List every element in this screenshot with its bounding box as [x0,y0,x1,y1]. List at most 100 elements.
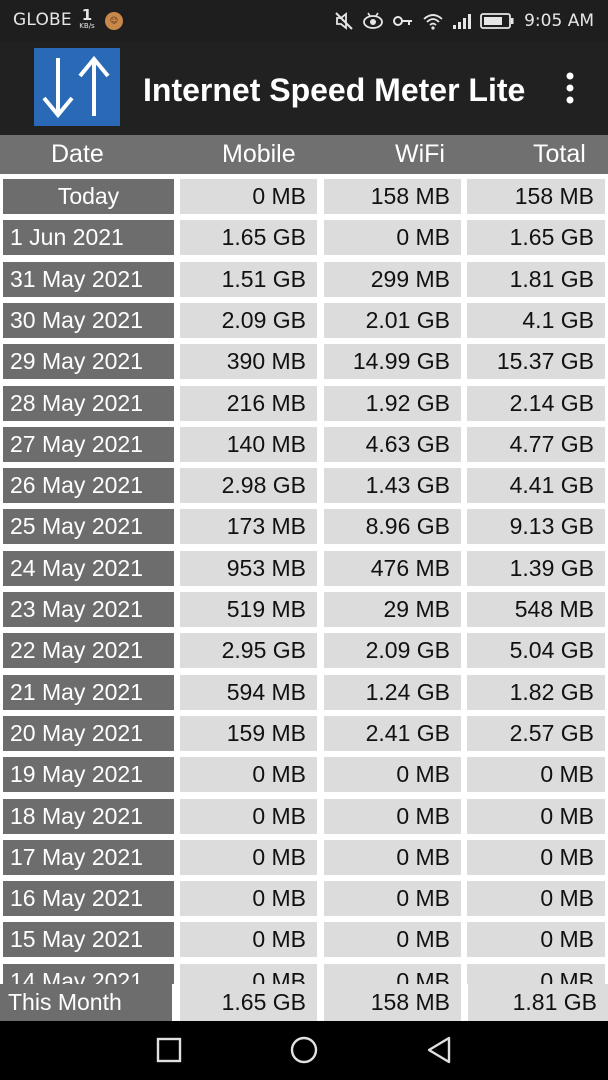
row-mobile: 519 MB [180,592,317,627]
row-total: 9.13 GB [467,509,605,544]
row-date[interactable]: 26 May 2021 [3,468,174,503]
row-mobile: 0 MB [180,922,317,957]
status-bar: GLOBE 1 KB/s ☺ 9:05 AM [0,0,608,42]
row-date[interactable]: 15 May 2021 [3,922,174,957]
column-header-total: Total [533,140,586,168]
row-wifi: 299 MB [324,262,461,297]
row-wifi: 158 MB [324,179,461,214]
row-mobile: 0 MB [180,179,317,214]
row-mobile: 390 MB [180,344,317,379]
column-header-date: Date [51,140,104,168]
home-circle-icon[interactable] [289,1035,319,1065]
row-total: 0 MB [467,757,605,792]
row-mobile: 0 MB [180,840,317,875]
row-date[interactable]: 17 May 2021 [3,840,174,875]
carrier-name: GLOBE [13,10,72,30]
row-date[interactable]: 27 May 2021 [3,427,174,462]
row-wifi: 2.09 GB [324,633,461,668]
row-total: 4.77 GB [467,427,605,462]
row-mobile: 216 MB [180,386,317,421]
column-header: Date Mobile WiFi Total [0,135,608,174]
row-mobile: 2.98 GB [180,468,317,503]
row-mobile: 594 MB [180,675,317,710]
row-total: 1.82 GB [467,675,605,710]
row-mobile: 2.95 GB [180,633,317,668]
row-wifi: 0 MB [324,964,461,984]
row-mobile: 0 MB [180,881,317,916]
row-date[interactable]: 16 May 2021 [3,881,174,916]
row-mobile: 159 MB [180,716,317,751]
row-wifi: 0 MB [324,840,461,875]
row-mobile: 0 MB [180,964,317,984]
row-wifi: 1.92 GB [324,386,461,421]
row-wifi: 14.99 GB [324,344,461,379]
arrows-up-down-icon [34,48,120,126]
mute-icon [335,12,353,30]
summary-mobile: 1.65 GB [180,984,317,1021]
row-date[interactable]: Today [3,179,174,214]
row-total: 1.39 GB [467,551,605,586]
row-mobile: 173 MB [180,509,317,544]
usage-table[interactable]: Today 0 MB 158 MB 158 MB 1 Jun 2021 1.65 GB 0 … [0,174,608,984]
row-total: 0 MB [467,840,605,875]
row-date[interactable]: 30 May 2021 [3,303,174,338]
row-wifi: 29 MB [324,592,461,627]
row-date[interactable]: 19 May 2021 [3,757,174,792]
eye-comfort-icon [363,12,384,29]
back-triangle-icon[interactable] [424,1035,454,1065]
row-mobile: 1.51 GB [180,262,317,297]
column-header-wifi: WiFi [395,140,445,168]
net-speed-unit: KB/s [79,22,95,30]
row-wifi: 0 MB [324,881,461,916]
row-total: 0 MB [467,922,605,957]
row-date[interactable]: 24 May 2021 [3,551,174,586]
row-wifi: 2.41 GB [324,716,461,751]
row-total: 5.04 GB [467,633,605,668]
row-date[interactable]: 22 May 2021 [3,633,174,668]
row-total: 2.57 GB [467,716,605,751]
recents-square-icon[interactable] [154,1035,184,1065]
row-date[interactable]: 29 May 2021 [3,344,174,379]
row-wifi: 0 MB [324,757,461,792]
row-wifi: 0 MB [324,799,461,834]
row-mobile: 1.65 GB [180,220,317,255]
signal-icon [453,14,472,29]
app-title: Internet Speed Meter Lite [143,72,526,108]
row-mobile: 0 MB [180,757,317,792]
row-wifi: 2.01 GB [324,303,461,338]
row-date[interactable]: 1 Jun 2021 [3,220,174,255]
row-date[interactable]: 14 May 2021 [3,964,174,984]
row-total: 0 MB [467,799,605,834]
row-date[interactable]: 28 May 2021 [3,386,174,421]
navigation-bar [0,1021,608,1080]
row-wifi: 4.63 GB [324,427,461,462]
row-mobile: 0 MB [180,799,317,834]
net-speed-value: 1 [81,6,93,24]
row-total: 0 MB [467,881,605,916]
status-icons: 9:05 AM [334,0,594,42]
row-date[interactable]: 18 May 2021 [3,799,174,834]
row-date[interactable]: 31 May 2021 [3,262,174,297]
row-date[interactable]: 20 May 2021 [3,716,174,751]
row-total: 1.81 GB [467,262,605,297]
row-total: 2.14 GB [467,386,605,421]
row-total: 4.1 GB [467,303,605,338]
app-bar: Internet Speed Meter Lite [0,42,608,135]
row-mobile: 2.09 GB [180,303,317,338]
row-wifi: 476 MB [324,551,461,586]
notification-icon: ☺ [105,12,123,30]
row-date[interactable]: 21 May 2021 [3,675,174,710]
summary-label: This Month [0,984,172,1021]
row-wifi: 1.43 GB [324,468,461,503]
row-total: 1.65 GB [467,220,605,255]
summary-wifi: 158 MB [324,984,461,1021]
row-date[interactable]: 23 May 2021 [3,592,174,627]
row-mobile: 953 MB [180,551,317,586]
row-total: 158 MB [467,179,605,214]
row-total: 0 MB [467,964,605,984]
overflow-menu-icon[interactable] [558,70,582,106]
column-header-mobile: Mobile [222,140,296,168]
net-speed-indicator: 1 KB/s [76,8,98,34]
row-total: 4.41 GB [467,468,605,503]
row-date[interactable]: 25 May 2021 [3,509,174,544]
